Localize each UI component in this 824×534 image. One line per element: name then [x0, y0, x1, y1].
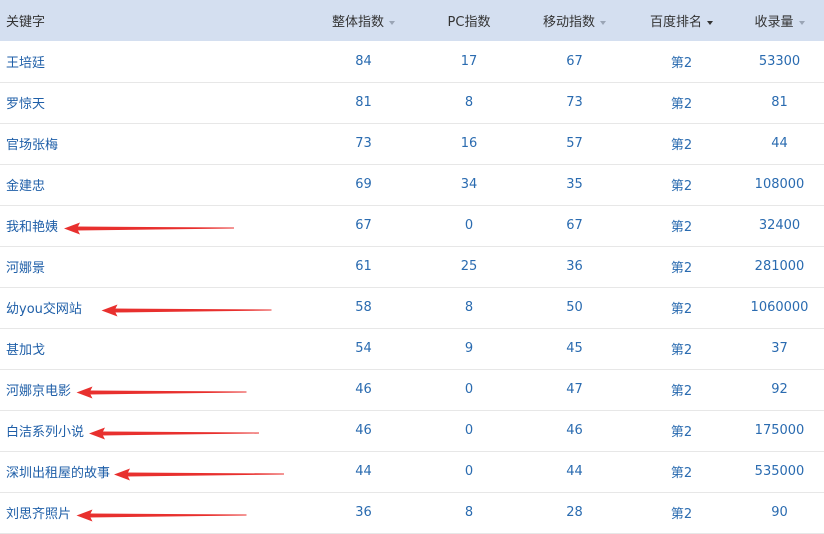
indexed-count-cell: 92 [735, 369, 824, 411]
table-row: 金建忠 69 34 35 第2 108000 [0, 164, 824, 206]
mobile-index-cell: 50 [521, 287, 628, 329]
pc-index-cell: 0 [417, 369, 521, 411]
pc-index-cell: 8 [417, 287, 521, 329]
overall-index-cell: 46 [310, 410, 417, 452]
overall-index-cell: 44 [310, 451, 417, 493]
keyword-cell[interactable]: 金建忠 [0, 164, 310, 206]
baidu-rank-cell: 第2 [628, 492, 735, 534]
mobile-index-cell: 57 [521, 123, 628, 165]
keyword-index-table: 关键字 整体指数 PC指数 移动指数 百度排名 收录量 王培廷 84 17 67 第2 5… [0, 0, 824, 534]
header-mobile-index[interactable]: 移动指数 [521, 0, 628, 41]
pc-index-cell: 8 [417, 492, 521, 534]
keyword-cell[interactable]: 深圳出租屋的故事 [0, 451, 310, 493]
sort-caret-icon [600, 20, 606, 25]
table-row: 罗惊天 81 8 73 第2 81 [0, 82, 824, 124]
keyword-cell[interactable]: 河娜景 [0, 246, 310, 288]
mobile-index-cell: 47 [521, 369, 628, 411]
indexed-count-cell: 90 [735, 492, 824, 534]
sort-caret-icon [798, 20, 805, 25]
indexed-count-cell: 175000 [735, 410, 824, 452]
header-keyword: 关键字 [6, 15, 46, 30]
mobile-index-cell: 67 [521, 41, 628, 83]
table-row: 甚加戈 54 9 45 第2 37 [0, 328, 824, 370]
keyword-cell[interactable]: 刘思齐照片 [0, 492, 310, 534]
overall-index-cell: 67 [310, 205, 417, 247]
indexed-count-cell: 281000 [735, 246, 824, 288]
baidu-rank-cell: 第2 [628, 369, 735, 411]
baidu-rank-cell: 第2 [628, 82, 735, 124]
mobile-index-cell: 35 [521, 164, 628, 206]
overall-index-cell: 69 [310, 164, 417, 206]
table-header-row: 关键字 整体指数 PC指数 移动指数 百度排名 收录量 [0, 0, 824, 41]
pc-index-cell: 16 [417, 123, 521, 165]
baidu-rank-cell: 第2 [628, 164, 735, 206]
baidu-rank-cell: 第2 [628, 287, 735, 329]
sort-caret-icon [389, 20, 395, 25]
keyword-cell[interactable]: 河娜京电影 [0, 369, 310, 411]
pc-index-cell: 25 [417, 246, 521, 288]
sort-caret-icon [707, 20, 713, 25]
keyword-cell[interactable]: 官场张梅 [0, 123, 310, 165]
overall-index-cell: 61 [310, 246, 417, 288]
indexed-count-cell: 32400 [735, 205, 824, 247]
table-row: 我和艳姨 67 0 67 第2 32400 [0, 205, 824, 247]
header-baidu-rank[interactable]: 百度排名 [628, 0, 735, 41]
pc-index-cell: 0 [417, 205, 521, 247]
pc-index-cell: 0 [417, 451, 521, 493]
header-overall-index[interactable]: 整体指数 [310, 0, 417, 41]
header-pc-index[interactable]: PC指数 [417, 0, 521, 41]
indexed-count-cell: 81 [735, 82, 824, 124]
baidu-rank-cell: 第2 [628, 123, 735, 165]
table-row: 幼you交网站 58 8 50 第2 1060000 [0, 287, 824, 329]
baidu-rank-cell: 第2 [628, 41, 735, 83]
keyword-cell[interactable]: 罗惊天 [0, 82, 310, 124]
keyword-cell[interactable]: 白洁系列小说 [0, 410, 310, 452]
indexed-count-cell: 535000 [735, 451, 824, 493]
indexed-count-cell: 37 [735, 328, 824, 370]
table-row: 深圳出租屋的故事 44 0 44 第2 535000 [0, 451, 824, 493]
table-row: 白洁系列小说 46 0 46 第2 175000 [0, 410, 824, 452]
baidu-rank-cell: 第2 [628, 205, 735, 247]
baidu-rank-cell: 第2 [628, 328, 735, 370]
pc-index-cell: 0 [417, 410, 521, 452]
overall-index-cell: 58 [310, 287, 417, 329]
table-row: 河娜京电影 46 0 47 第2 92 [0, 369, 824, 411]
mobile-index-cell: 73 [521, 82, 628, 124]
mobile-index-cell: 45 [521, 328, 628, 370]
table-row: 官场张梅 73 16 57 第2 44 [0, 123, 824, 165]
indexed-count-cell: 53300 [735, 41, 824, 83]
overall-index-cell: 36 [310, 492, 417, 534]
header-indexed-count[interactable]: 收录量 [735, 0, 824, 41]
overall-index-cell: 54 [310, 328, 417, 370]
indexed-count-cell: 108000 [735, 164, 824, 206]
indexed-count-cell: 44 [735, 123, 824, 165]
indexed-count-cell: 1060000 [735, 287, 824, 329]
mobile-index-cell: 67 [521, 205, 628, 247]
keyword-cell[interactable]: 王培廷 [0, 41, 310, 83]
pc-index-cell: 9 [417, 328, 521, 370]
baidu-rank-cell: 第2 [628, 451, 735, 493]
overall-index-cell: 84 [310, 41, 417, 83]
overall-index-cell: 73 [310, 123, 417, 165]
mobile-index-cell: 28 [521, 492, 628, 534]
pc-index-cell: 8 [417, 82, 521, 124]
pc-index-cell: 34 [417, 164, 521, 206]
mobile-index-cell: 44 [521, 451, 628, 493]
mobile-index-cell: 36 [521, 246, 628, 288]
table-row: 王培廷 84 17 67 第2 53300 [0, 41, 824, 83]
baidu-rank-cell: 第2 [628, 410, 735, 452]
baidu-rank-cell: 第2 [628, 246, 735, 288]
pc-index-cell: 17 [417, 41, 521, 83]
overall-index-cell: 81 [310, 82, 417, 124]
keyword-cell[interactable]: 我和艳姨 [0, 205, 310, 247]
table-row: 刘思齐照片 36 8 28 第2 90 [0, 492, 824, 534]
keyword-cell[interactable]: 甚加戈 [0, 328, 310, 370]
table-row: 河娜景 61 25 36 第2 281000 [0, 246, 824, 288]
keyword-cell[interactable]: 幼you交网站 [0, 287, 310, 329]
overall-index-cell: 46 [310, 369, 417, 411]
mobile-index-cell: 46 [521, 410, 628, 452]
